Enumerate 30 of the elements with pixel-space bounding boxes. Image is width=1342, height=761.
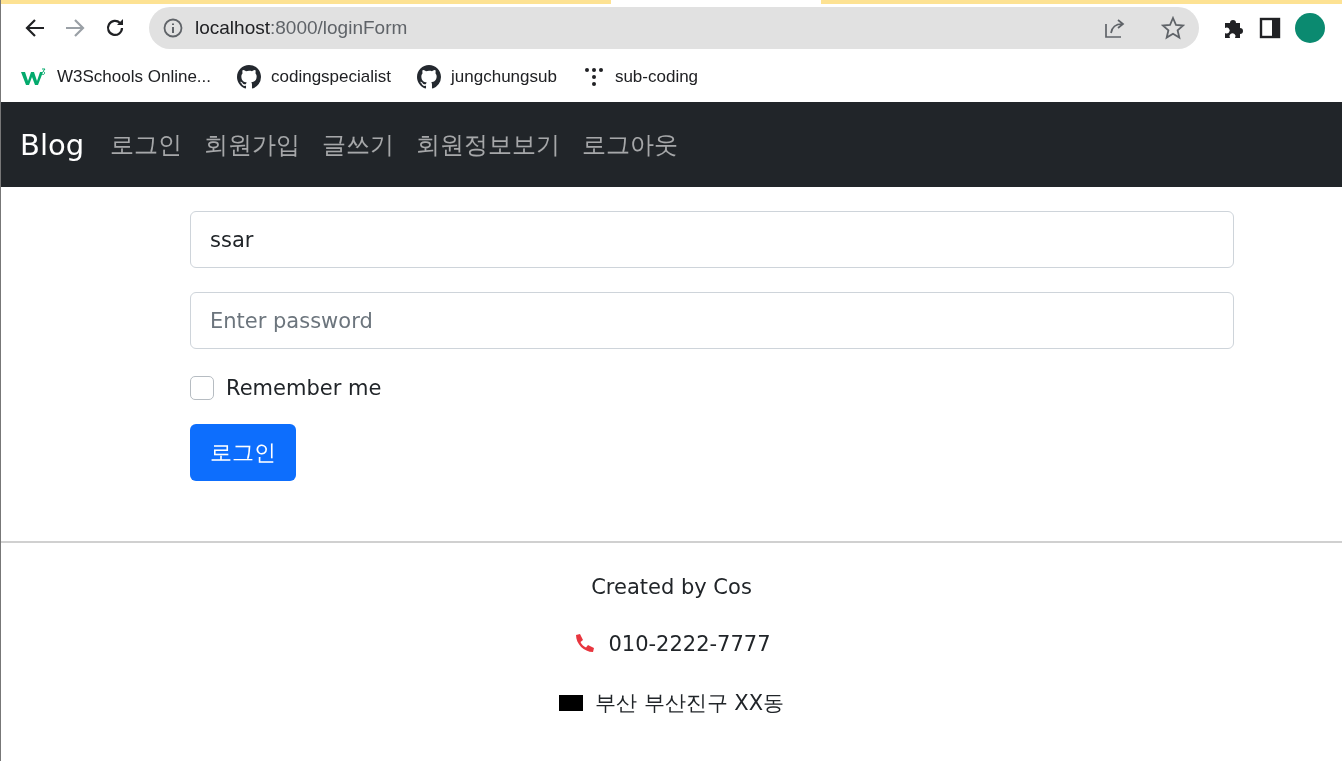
w3-logo-icon bbox=[21, 68, 47, 86]
dots-icon bbox=[582, 66, 605, 88]
square-icon bbox=[558, 695, 583, 711]
profile-avatar[interactable] bbox=[1295, 13, 1325, 43]
bookmark-link[interactable]: W3Schools Online... bbox=[57, 67, 211, 87]
star-icon[interactable] bbox=[1161, 16, 1185, 40]
github-icon bbox=[417, 65, 442, 89]
phone-text: 010-2222-7777 bbox=[608, 632, 771, 656]
nav-link[interactable]: 글쓰기 bbox=[322, 128, 395, 161]
nav-link[interactable]: 회원정보보기 bbox=[416, 128, 561, 161]
remember-label: Remember me bbox=[226, 376, 382, 400]
username-field[interactable]: ssar bbox=[190, 211, 1234, 268]
brand-link[interactable]: Blog bbox=[20, 127, 85, 162]
bookmark-link[interactable]: sub-coding bbox=[614, 67, 699, 87]
share-icon[interactable] bbox=[1103, 16, 1127, 40]
remember-checkbox[interactable] bbox=[190, 376, 214, 400]
password-field[interactable]: Enter password bbox=[190, 292, 1234, 349]
github-icon bbox=[237, 65, 261, 89]
nav-link[interactable]: 로그아웃 bbox=[582, 128, 679, 161]
nav-link[interactable]: 로그인 bbox=[110, 128, 183, 161]
bookmark-link[interactable]: jungchungsub bbox=[451, 67, 557, 87]
info-icon bbox=[163, 18, 183, 38]
credit-text: Created by Cos bbox=[591, 575, 752, 599]
nav-link[interactable]: 회원가입 bbox=[204, 128, 301, 161]
address-text: 부산 부산진구 XX동 bbox=[594, 690, 785, 717]
login-button[interactable]: 로그인 bbox=[190, 424, 296, 481]
url-text: localhost:8000/loginForm bbox=[195, 17, 409, 39]
address-bar[interactable]: localhost:8000/loginForm bbox=[149, 7, 1199, 49]
side-panel-icon[interactable] bbox=[1259, 17, 1281, 39]
bookmark-link[interactable]: codingspecialist bbox=[271, 67, 392, 87]
